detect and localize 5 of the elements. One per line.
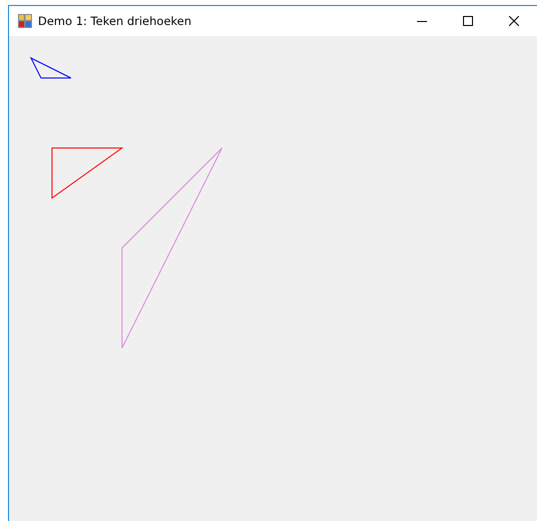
minimize-icon [417,20,427,22]
window-title: Demo 1: Teken driehoeken [38,14,192,28]
maximize-icon [463,16,473,26]
app-icon [18,14,32,28]
close-icon [509,16,519,26]
